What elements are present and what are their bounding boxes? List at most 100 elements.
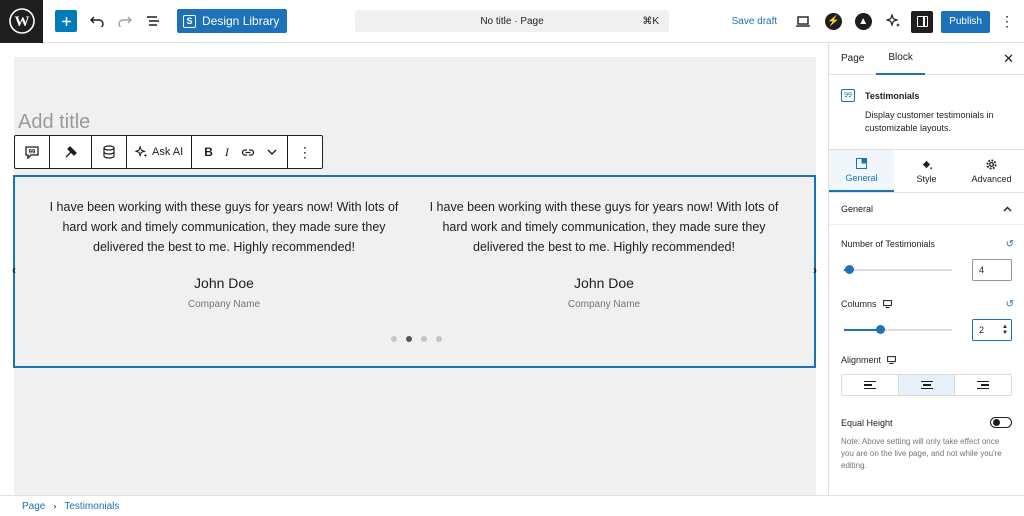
prev-arrow-icon[interactable]: ‹ <box>12 263 16 277</box>
chevron-up-icon <box>1003 206 1012 211</box>
sidebar-tabs: Page Block ✕ <box>829 43 1024 75</box>
svg-text:W: W <box>14 14 29 30</box>
plugin-button-bolt[interactable]: ⚡ <box>821 10 845 34</box>
redo-icon <box>118 16 132 27</box>
carousel-dot[interactable] <box>406 336 412 342</box>
carousel-dot[interactable] <box>436 336 442 342</box>
slider-fill <box>844 329 880 331</box>
sparkle-icon <box>885 14 900 27</box>
slider-thumb[interactable] <box>876 325 885 334</box>
slider-thumb[interactable] <box>845 265 854 274</box>
testimonials-block[interactable]: ‹ I have been working with these guys fo… <box>12 175 817 368</box>
number-input[interactable]: 4 <box>972 259 1012 281</box>
tab-page[interactable]: Page <box>829 43 876 75</box>
align-left-button[interactable] <box>842 375 899 395</box>
ai-sparkle-button[interactable] <box>881 10 905 34</box>
breadcrumb-testimonials[interactable]: Testimonials <box>64 501 119 512</box>
settings-sidebar: Page Block ✕ 99 Testimonials Display cus… <box>828 43 1024 495</box>
link-button[interactable] <box>235 136 261 168</box>
align-center-button[interactable] <box>898 375 956 395</box>
general-panel-toggle[interactable]: General <box>829 193 1024 225</box>
tab-style[interactable]: Style <box>894 150 959 192</box>
breadcrumb: Page › Testimonials <box>0 495 1024 516</box>
inspector-tabs: General Style Advanced <box>829 150 1024 193</box>
testimonial-block-icon: 99 <box>25 145 39 159</box>
reset-icon[interactable]: ↺ <box>1006 299 1014 310</box>
plugin-button-a[interactable]: ▲ <box>851 10 875 34</box>
tab-advanced-label: Advanced <box>971 173 1012 184</box>
breadcrumb-page[interactable]: Page <box>22 501 45 512</box>
editor-app: W S Design Library No title · Page ⌘K Sa… <box>0 0 1024 516</box>
number-slider[interactable] <box>844 265 952 274</box>
wordpress-logo-icon[interactable]: W <box>0 0 43 43</box>
post-title-input[interactable]: Add title <box>18 111 90 134</box>
paint-bucket-icon <box>922 160 932 169</box>
number-range: 4 <box>841 259 1012 281</box>
block-options-icon[interactable]: ⋮ <box>288 136 322 168</box>
carousel-dot[interactable] <box>421 336 427 342</box>
testimonial-name: John Doe <box>574 275 634 291</box>
general-layout-icon <box>856 157 867 169</box>
tab-general[interactable]: General <box>829 150 894 192</box>
document-title: No title · Page <box>480 15 544 27</box>
desktop-icon[interactable] <box>887 356 896 364</box>
stepper-icon[interactable]: ▲ ▼ <box>1002 324 1008 336</box>
number-label: Number of Testimonials <box>841 239 935 249</box>
columns-slider[interactable] <box>844 325 952 334</box>
testimonial-company: Company Name <box>187 299 261 310</box>
tab-general-label: General <box>845 172 878 183</box>
desktop-icon[interactable] <box>882 300 892 308</box>
preview-button[interactable] <box>791 10 815 34</box>
canvas-area: Add title 99 Ask AI B I ⋮ ‹ I have been … <box>12 57 817 495</box>
design-library-label: Design Library <box>202 14 280 28</box>
tab-block[interactable]: Block <box>876 43 925 75</box>
columns-control: Columns ↺ 2 ▲ ▼ <box>829 299 1024 341</box>
save-draft-button[interactable]: Save draft <box>732 16 778 27</box>
reset-icon[interactable]: ↺ <box>1006 239 1014 250</box>
hammer-icon <box>65 146 77 158</box>
bold-button[interactable]: B <box>192 136 219 168</box>
publish-button[interactable]: Publish <box>941 10 990 33</box>
columns-input[interactable]: 2 ▲ ▼ <box>972 319 1012 341</box>
dynamic-content-button[interactable] <box>92 136 127 168</box>
desktop-preview-icon <box>796 16 811 27</box>
command-shortcut: ⌘K <box>642 15 659 27</box>
block-type-button[interactable]: 99 <box>15 136 50 168</box>
ask-ai-button[interactable]: Ask AI <box>127 136 193 168</box>
carousel-dot[interactable] <box>391 336 397 342</box>
tab-advanced[interactable]: Advanced <box>959 150 1024 192</box>
equal-height-label: Equal Height <box>841 418 893 428</box>
transform-button[interactable] <box>50 136 92 168</box>
options-menu-icon[interactable]: ⋮ <box>998 13 1016 30</box>
testimonial-quote: I have been working with these guys for … <box>429 200 779 254</box>
columns-label: Columns <box>841 299 877 309</box>
testimonial-item: I have been working with these guys for … <box>419 197 789 310</box>
settings-toggle-button[interactable] <box>911 10 934 33</box>
block-toolbar: 99 Ask AI B I ⋮ <box>14 135 323 169</box>
redo-button[interactable] <box>111 5 139 37</box>
alignment-control: Alignment <box>829 355 1024 396</box>
chevron-down-icon <box>267 149 277 155</box>
toolbar-right: Save draft ⚡ ▲ Publish ⋮ <box>732 0 1024 43</box>
equal-height-toggle[interactable] <box>990 417 1012 428</box>
close-icon[interactable]: ✕ <box>1003 51 1014 67</box>
italic-button[interactable]: I <box>219 136 235 168</box>
next-arrow-icon[interactable]: › <box>813 263 817 277</box>
more-formats-button[interactable] <box>261 136 287 168</box>
undo-button[interactable] <box>83 5 111 37</box>
list-view-icon <box>147 16 159 26</box>
command-palette-button[interactable]: No title · Page ⌘K <box>355 10 669 32</box>
align-right-button[interactable] <box>955 375 1011 395</box>
alignment-label: Alignment <box>841 355 882 365</box>
document-overview-button[interactable] <box>139 5 167 37</box>
add-block-button[interactable] <box>55 10 77 32</box>
undo-icon <box>90 16 104 27</box>
sidebar-icon <box>916 16 928 27</box>
panel-title: General <box>841 203 874 214</box>
testimonial-quote: I have been working with these guys for … <box>49 200 399 254</box>
number-of-testimonials-control: Number of Testimonials ↺ 4 <box>829 239 1024 281</box>
align-left-icon <box>863 381 876 389</box>
plus-icon <box>61 16 71 26</box>
block-title: Testimonials <box>865 91 920 101</box>
design-library-button[interactable]: S Design Library <box>177 9 288 33</box>
